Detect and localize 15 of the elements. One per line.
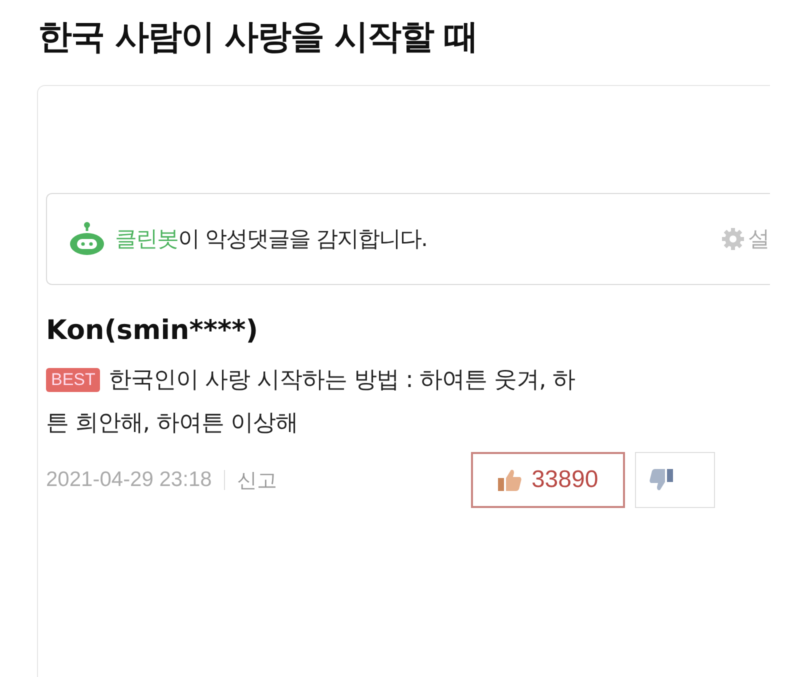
settings-icon (721, 227, 745, 251)
comment-date: 2021-04-29 23:18 (46, 468, 212, 492)
thumbs-up-icon (497, 468, 524, 492)
like-button[interactable]: 33890 (470, 452, 625, 508)
thumbs-down-icon (648, 468, 674, 492)
report-link[interactable]: 신고 (236, 466, 277, 494)
dislike-button[interactable] (634, 452, 715, 508)
best-badge: BEST (46, 368, 100, 392)
cleanbot-notice: 클린봇이 악성댓글을 감지합니다. (115, 226, 428, 254)
post-title: 한국 사람이 사랑을 시작할 때 (37, 16, 478, 59)
robot-icon (69, 222, 105, 256)
comment-text: 튼 희안해, 하여튼 이상해 (46, 409, 298, 438)
comment-text: 한국인이 사랑 시작하는 방법 : 하여튼 웃겨, 하 (108, 366, 576, 395)
settings-button[interactable]: 설 (721, 224, 770, 254)
comment-author: Kon(smin****) (46, 315, 260, 346)
